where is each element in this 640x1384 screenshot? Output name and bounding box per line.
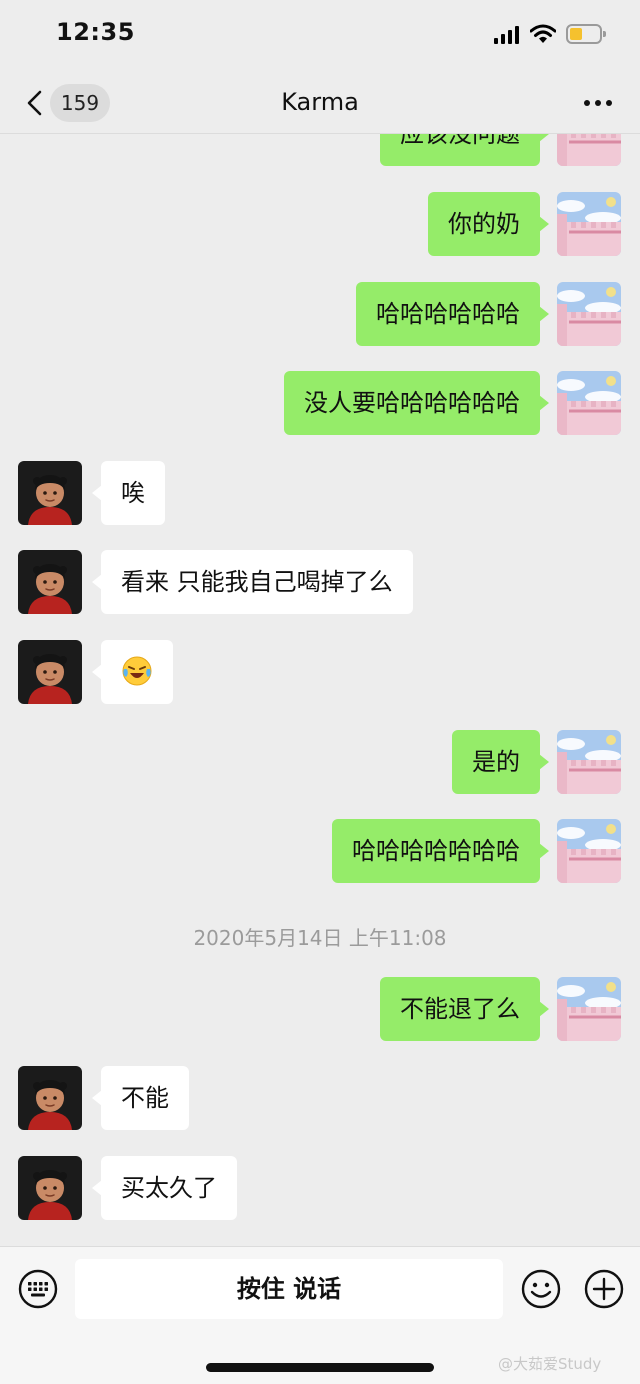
chevron-left-icon [27, 90, 42, 116]
incoming-message-bubble[interactable]: 唉 [92, 461, 165, 525]
pink-castle-sky-icon [557, 977, 621, 1041]
back-button[interactable]: 159 [20, 84, 116, 122]
status-time: 12:35 [56, 18, 135, 46]
my-avatar[interactable] [557, 371, 621, 435]
message-row [0, 640, 640, 704]
outgoing-message-bubble[interactable]: 哈哈哈哈哈哈 [356, 282, 549, 346]
contact-avatar[interactable] [18, 640, 82, 704]
pink-castle-sky-icon [557, 134, 621, 166]
my-avatar[interactable] [557, 977, 621, 1041]
message-row: 不能退了么 [0, 977, 640, 1041]
pink-castle-sky-icon [557, 282, 621, 346]
more-options-button[interactable] [576, 90, 620, 116]
keyboard-icon[interactable] [18, 1269, 58, 1309]
message-row: 是的 [0, 730, 640, 794]
message-timestamp: 2020年5月14日 上午11:08 [193, 926, 447, 950]
outgoing-message-bubble[interactable]: 没人要哈哈哈哈哈哈 [284, 371, 549, 435]
chat-header: 159 Karma [0, 72, 640, 134]
cartoon-person-icon [18, 1156, 82, 1220]
incoming-message-bubble[interactable]: 不能 [92, 1066, 189, 1130]
laughing-crying-emoji-icon [122, 656, 152, 686]
message-row: 没人要哈哈哈哈哈哈 [0, 371, 640, 435]
chat-input-bar: 按住 说话 @大茹爱Study [0, 1246, 640, 1384]
watermark: @大茹爱Study [498, 1355, 602, 1373]
message-row: 哈哈哈哈哈哈 [0, 282, 640, 346]
outgoing-message-bubble[interactable]: 不能退了么 [380, 977, 549, 1041]
emoji-icon[interactable] [521, 1269, 561, 1309]
cartoon-person-icon [18, 640, 82, 704]
message-row: 哈哈哈哈哈哈哈 [0, 819, 640, 883]
cartoon-person-icon [18, 1066, 82, 1130]
incoming-emoji-bubble[interactable] [92, 640, 173, 704]
message-row: 买太久了 [0, 1156, 640, 1220]
message-row: 不能 [0, 1066, 640, 1130]
outgoing-message-bubble[interactable]: 哈哈哈哈哈哈哈 [332, 819, 549, 883]
my-avatar[interactable] [557, 192, 621, 256]
incoming-message-bubble[interactable]: 看来 只能我自己喝掉了么 [92, 550, 413, 614]
incoming-message-bubble[interactable]: 买太久了 [92, 1156, 237, 1220]
pink-castle-sky-icon [557, 819, 621, 883]
home-indicator[interactable] [206, 1363, 434, 1372]
wifi-icon [530, 24, 556, 43]
outgoing-message-bubble[interactable]: 你的奶 [428, 192, 549, 256]
message-row: 你的奶 [0, 192, 640, 256]
my-avatar[interactable] [557, 282, 621, 346]
battery-icon [566, 24, 606, 44]
outgoing-message-bubble[interactable]: 是的 [452, 730, 549, 794]
cartoon-person-icon [18, 550, 82, 614]
pink-castle-sky-icon [557, 730, 621, 794]
contact-avatar[interactable] [18, 461, 82, 525]
message-row: 应该没问题 [0, 134, 640, 166]
message-row: 看来 只能我自己喝掉了么 [0, 550, 640, 614]
unread-count-badge: 159 [50, 84, 110, 122]
contact-avatar[interactable] [18, 1066, 82, 1130]
signal-icon [494, 26, 520, 44]
hold-to-talk-button[interactable]: 按住 说话 [75, 1259, 503, 1319]
pink-castle-sky-icon [557, 371, 621, 435]
status-bar: 12:35 [0, 0, 640, 70]
outgoing-message-bubble[interactable]: 应该没问题 [380, 134, 549, 166]
my-avatar[interactable] [557, 730, 621, 794]
contact-avatar[interactable] [18, 550, 82, 614]
plus-icon[interactable] [584, 1269, 624, 1309]
pink-castle-sky-icon [557, 192, 621, 256]
message-list[interactable]: 应该没问题 你的奶 哈哈哈哈哈哈 没人要哈哈哈哈哈哈 唉 看来 只能我自己喝掉了… [0, 134, 640, 1246]
my-avatar[interactable] [557, 134, 621, 166]
message-row: 唉 [0, 461, 640, 525]
cartoon-person-icon [18, 461, 82, 525]
my-avatar[interactable] [557, 819, 621, 883]
contact-avatar[interactable] [18, 1156, 82, 1220]
